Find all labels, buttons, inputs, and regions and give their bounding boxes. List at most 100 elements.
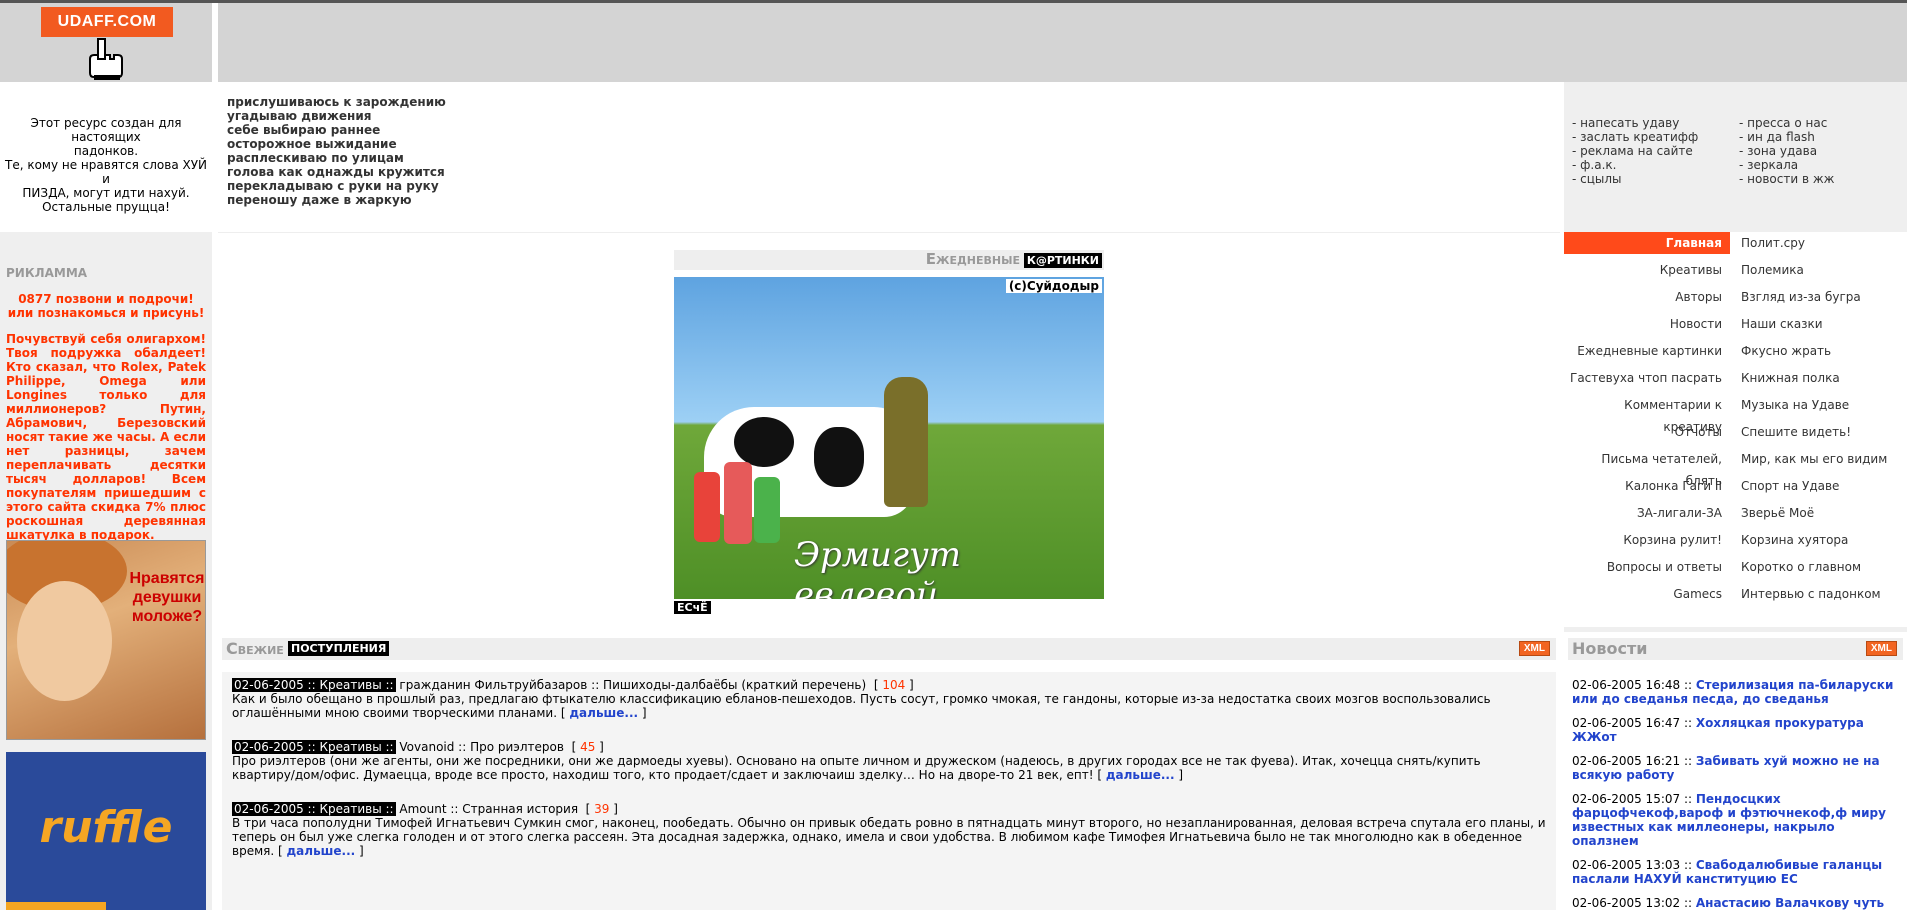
left-column: Этот ресурс создан для настоящих падонко… bbox=[0, 82, 212, 910]
post-comment-count[interactable]: 39 bbox=[594, 802, 609, 816]
post-item: 02-06-2005 :: Креативы :: гражданин Филь… bbox=[232, 678, 1491, 720]
ad-watch-link[interactable]: Почувствуй себя олигархом! Твоя подружка… bbox=[6, 332, 206, 542]
poem-line: прислушиваюсь к зарождению bbox=[227, 95, 446, 109]
site-logo[interactable]: UDAFF.COM bbox=[41, 7, 173, 37]
picture-credit: (с)Суйдодыр bbox=[1005, 279, 1102, 293]
menu-item[interactable]: ЗА-лигали-ЗА bbox=[1564, 502, 1730, 524]
menu-item[interactable]: Вопросы и ответы bbox=[1564, 556, 1730, 578]
news-item: 02-06-2005 13:03 :: Свабодалюбивые галан… bbox=[1572, 858, 1902, 886]
post-comment-count[interactable]: 45 bbox=[580, 740, 595, 754]
news-item: 02-06-2005 15:07 :: Пендосцких фарцофчек… bbox=[1572, 792, 1902, 848]
menu-row: Комментарии к креативу Музыка на Удаве bbox=[1564, 394, 1907, 434]
menu-item[interactable]: Корзина рулит! bbox=[1564, 529, 1730, 551]
post-title[interactable]: Amount :: Странная история bbox=[399, 802, 578, 816]
post-more-link[interactable]: дальше... bbox=[286, 844, 355, 858]
post-meta[interactable]: 02-06-2005 :: Креативы :: bbox=[232, 678, 396, 692]
menu-item[interactable]: Креативы bbox=[1564, 259, 1730, 281]
disclaimer-line: Остальные прущца! bbox=[42, 200, 170, 214]
fresh-posts-list: 02-06-2005 :: Креативы :: гражданин Филь… bbox=[222, 672, 1556, 910]
menu-item[interactable]: Спорт на Удаве bbox=[1741, 475, 1907, 497]
girl-banner-text: Нравятся девушки моложе? bbox=[129, 570, 205, 625]
menu-item[interactable]: Книжная полка bbox=[1741, 367, 1907, 389]
poem-block: прислушиваюсь к зарождению угадываю движ… bbox=[227, 95, 446, 207]
post-title[interactable]: гражданин Фильтруйбазаров :: Пишиходы-да… bbox=[399, 678, 866, 692]
farmer-shape bbox=[884, 377, 928, 507]
logo-cell: UDAFF.COM bbox=[0, 3, 212, 82]
poem-line: перекладываю с руки на руку bbox=[227, 179, 439, 193]
right-column: - напесать удаву - заслать креатифф - ре… bbox=[1560, 82, 1907, 910]
menu-item[interactable]: Наши сказки bbox=[1741, 313, 1907, 335]
news-date: 02-06-2005 16:48 :: bbox=[1572, 678, 1693, 692]
menu-item[interactable]: Новости bbox=[1564, 313, 1730, 335]
menu-item[interactable]: Калонка Гаги II bbox=[1564, 475, 1730, 497]
menu-item[interactable]: Полит.сру bbox=[1741, 232, 1907, 254]
menu-item[interactable]: Письма четателей, блять bbox=[1564, 448, 1730, 488]
daily-heading-tag: К@РТИНКИ bbox=[1023, 253, 1102, 268]
menu-row: ЗА-лигали-ЗА Зверьё Моё bbox=[1564, 502, 1907, 529]
middle-finger-hand-icon bbox=[89, 38, 123, 80]
menu-item[interactable]: Отчоты bbox=[1564, 421, 1730, 443]
menu-item[interactable]: Корзина хуятора bbox=[1741, 529, 1907, 551]
daily-picture-image[interactable]: (с)Суйдодыр Эрмигут евлевой bbox=[674, 277, 1104, 599]
service-link[interactable]: - зеркала bbox=[1739, 158, 1834, 172]
menu-item[interactable]: Авторы bbox=[1564, 286, 1730, 308]
news-xml-feed-button[interactable]: XML bbox=[1865, 641, 1897, 656]
xml-feed-button[interactable]: XML bbox=[1518, 641, 1550, 656]
menu-item-main[interactable]: Главная bbox=[1564, 232, 1730, 254]
service-link[interactable]: - новости в жж bbox=[1739, 172, 1834, 186]
disclaimer-line: падонков. bbox=[73, 144, 139, 158]
daily-picture-heading: Ежедневные К@РТИНКИ bbox=[674, 250, 1104, 270]
menu-row: Gamecs Интервью с падонком bbox=[1564, 583, 1907, 610]
post-meta[interactable]: 02-06-2005 :: Креативы :: bbox=[232, 802, 396, 816]
menu-item[interactable]: Спешите видеть! bbox=[1741, 421, 1907, 443]
service-link[interactable]: - сцылы bbox=[1572, 172, 1698, 186]
news-heading-text: Новости bbox=[1572, 639, 1648, 658]
menu-row: Новости Наши сказки bbox=[1564, 313, 1907, 340]
menu-item[interactable]: Зверьё Моё bbox=[1741, 502, 1907, 524]
service-link[interactable]: - ин да flash bbox=[1739, 130, 1834, 144]
news-heading: Новости XML bbox=[1568, 638, 1903, 660]
service-link[interactable]: - напесать удаву bbox=[1572, 116, 1698, 130]
girl-banner-ad[interactable]: Нравятся девушки моложе? bbox=[6, 540, 206, 740]
service-links-right: - пресса о нас - ин да flash - зона удав… bbox=[1739, 116, 1834, 186]
service-link[interactable]: - заслать креатифф bbox=[1572, 130, 1698, 144]
menu-item[interactable]: Коротко о главном bbox=[1741, 556, 1907, 578]
news-date: 02-06-2005 13:02 :: bbox=[1572, 896, 1693, 910]
daily-more-link[interactable]: ЕСчЁ bbox=[674, 601, 711, 614]
menu-item[interactable]: Комментарии к креативу bbox=[1564, 394, 1730, 434]
menu-item[interactable]: Полемика bbox=[1741, 259, 1907, 281]
post-more-link[interactable]: дальше... bbox=[1106, 768, 1175, 782]
news-section: Новости XML 02-06-2005 16:48 :: Стерилиз… bbox=[1564, 632, 1907, 910]
post-meta[interactable]: 02-06-2005 :: Креативы :: bbox=[232, 740, 396, 754]
news-list: 02-06-2005 16:48 :: Стерилизация па-била… bbox=[1572, 678, 1902, 910]
menu-item[interactable]: Gamecs bbox=[1564, 583, 1730, 605]
news-date: 02-06-2005 16:47 :: bbox=[1572, 716, 1693, 730]
post-more-link[interactable]: дальше... bbox=[569, 706, 638, 720]
disclaimer-line: Те, кому не нравятся слова ХУЙ и bbox=[4, 158, 208, 186]
poem-line: себе выбираю раннее bbox=[227, 123, 381, 137]
service-link[interactable]: - пресса о нас bbox=[1739, 116, 1834, 130]
yogurt-bottle-shape bbox=[694, 472, 720, 542]
ruffle-banner-ad[interactable]: ruffle bbox=[6, 752, 206, 910]
service-link[interactable]: - реклама на сайте bbox=[1572, 144, 1698, 158]
section-menu: Главная Полит.сру Креативы Полемика Авто… bbox=[1564, 232, 1907, 627]
menu-row: Калонка Гаги II Спорт на Удаве bbox=[1564, 475, 1907, 502]
menu-item[interactable]: Интервью с падонком bbox=[1741, 583, 1907, 605]
post-body: В три часа пополудни Тимофей Игнатьевич … bbox=[232, 816, 1546, 858]
menu-item[interactable]: Ежедневные картинки bbox=[1564, 340, 1730, 362]
fresh-posts-section: Свежие ПОСТУПЛЕНИЯ XML 02-06-2005 :: Кре… bbox=[218, 632, 1560, 910]
daily-picture-section: Ежедневные К@РТИНКИ (с)Суйдодыр Эрмигут … bbox=[218, 232, 1560, 632]
news-item: 02-06-2005 16:47 :: Хохляцкая прокуратур… bbox=[1572, 716, 1902, 744]
banner-face-shape bbox=[17, 581, 112, 701]
menu-item[interactable]: Музыка на Удаве bbox=[1741, 394, 1907, 416]
service-link[interactable]: - зона удава bbox=[1739, 144, 1834, 158]
menu-item[interactable]: Мир, как мы его видим bbox=[1741, 448, 1907, 470]
center-column: прислушиваюсь к зарождению угадываю движ… bbox=[218, 82, 1560, 910]
menu-item[interactable]: Взгляд из-за бугра bbox=[1741, 286, 1907, 308]
service-link[interactable]: - ф.а.к. bbox=[1572, 158, 1698, 172]
ad-phone-link[interactable]: 0877 позвони и подрочи! или познакомься … bbox=[6, 292, 206, 320]
menu-item[interactable]: Фкусно жрать bbox=[1741, 340, 1907, 362]
post-title[interactable]: Vovanoid :: Про риэлтеров bbox=[399, 740, 564, 754]
menu-item[interactable]: Гастевуха чтоп пасрать bbox=[1564, 367, 1730, 389]
post-comment-count[interactable]: 104 bbox=[882, 678, 905, 692]
